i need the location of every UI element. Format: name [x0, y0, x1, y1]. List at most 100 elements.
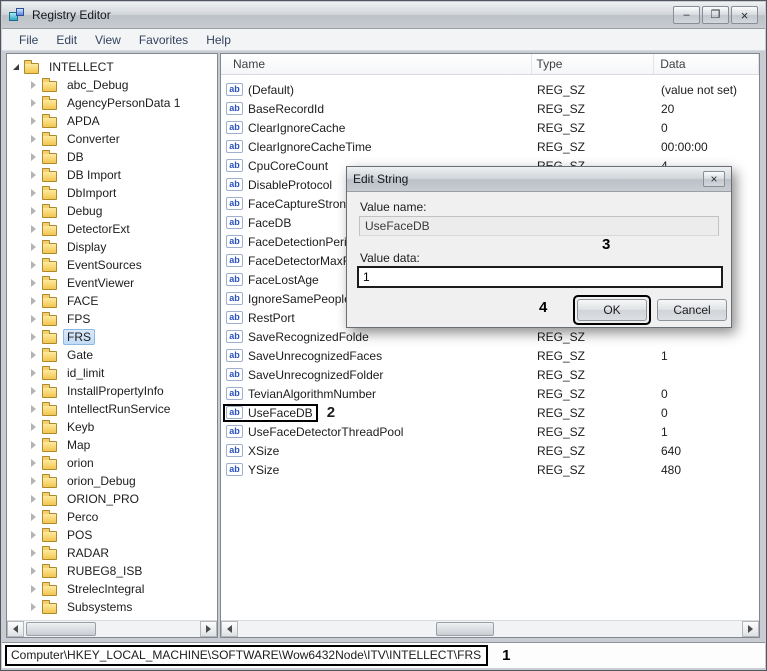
tree-item[interactable]: orion [31, 454, 217, 472]
tree-item[interactable]: IntellectRunService [31, 400, 217, 418]
scroll-right-button[interactable] [200, 621, 217, 637]
tree-item[interactable]: orion_Debug [31, 472, 217, 490]
value-row[interactable]: ab ClearIgnoreCacheTime REG_SZ 00:00:00 [221, 137, 759, 156]
ok-button[interactable]: OK [577, 299, 647, 321]
tree-item[interactable]: StrelecIntegral [31, 580, 217, 598]
collapsed-arrow-icon[interactable] [31, 189, 36, 197]
tree-item[interactable]: FRS [31, 328, 217, 346]
tree-item[interactable]: Converter [31, 130, 217, 148]
collapsed-arrow-icon[interactable] [31, 81, 36, 89]
collapsed-arrow-icon[interactable] [31, 531, 36, 539]
value-name-box[interactable]: ab SaveUnrecognizedFaces [223, 347, 387, 365]
value-name-box[interactable]: ab ClearIgnoreCacheTime [223, 138, 377, 156]
title-bar[interactable]: Registry Editor – ❐ × [2, 2, 765, 29]
scroll-right-button[interactable] [742, 621, 759, 637]
close-button[interactable]: × [731, 6, 758, 24]
collapsed-arrow-icon[interactable] [31, 297, 36, 305]
collapsed-arrow-icon[interactable] [31, 387, 36, 395]
collapsed-arrow-icon[interactable] [31, 441, 36, 449]
value-name-box[interactable]: ab ClearIgnoreCache [223, 119, 350, 137]
value-name-box[interactable]: ab XSize [223, 442, 284, 460]
tree-item[interactable]: APDA [31, 112, 217, 130]
menu-item[interactable]: Favorites [130, 31, 197, 49]
tree-item[interactable]: RADAR [31, 544, 217, 562]
tree-item[interactable]: FACE [31, 292, 217, 310]
collapsed-arrow-icon[interactable] [31, 171, 36, 179]
tree-item[interactable]: DB [31, 148, 217, 166]
value-row[interactable]: ab UseFaceDB 2 REG_SZ 0 [221, 403, 759, 422]
tree-item[interactable]: RUBEG8_ISB [31, 562, 217, 580]
tree-item[interactable]: DB Import [31, 166, 217, 184]
collapsed-arrow-icon[interactable] [31, 351, 36, 359]
maximize-button[interactable]: ❐ [702, 6, 729, 24]
collapsed-arrow-icon[interactable] [31, 333, 36, 341]
value-name-box[interactable]: ab IgnoreSamePeople [223, 290, 356, 308]
value-name-box[interactable]: ab SaveUnrecognizedFolder [223, 366, 388, 384]
collapsed-arrow-icon[interactable] [31, 477, 36, 485]
column-header-name[interactable]: Name [221, 54, 532, 74]
value-name-box[interactable]: ab SaveRecognizedFolde [223, 328, 374, 346]
collapsed-arrow-icon[interactable] [31, 207, 36, 215]
collapsed-arrow-icon[interactable] [31, 369, 36, 377]
collapsed-arrow-icon[interactable] [31, 405, 36, 413]
value-data-input[interactable] [357, 266, 723, 288]
tree-item[interactable]: AgencyPersonData 1 [31, 94, 217, 112]
value-name-box[interactable]: ab TevianAlgorithmNumber [223, 385, 381, 403]
tree-item[interactable]: DetectorExt [31, 220, 217, 238]
collapsed-arrow-icon[interactable] [31, 567, 36, 575]
value-row[interactable]: ab XSize REG_SZ 640 [221, 441, 759, 460]
scrollbar-thumb[interactable] [26, 622, 96, 636]
tree-item[interactable]: Subsystems [31, 598, 217, 616]
tree-item[interactable]: id_limit [31, 364, 217, 382]
collapsed-arrow-icon[interactable] [31, 513, 36, 521]
value-row[interactable]: ab TevianAlgorithmNumber REG_SZ 0 [221, 384, 759, 403]
scrollbar-thumb[interactable] [436, 622, 494, 636]
tree-item[interactable]: Gate [31, 346, 217, 364]
tree-item[interactable]: Perco [31, 508, 217, 526]
value-name-box[interactable]: ab UseFaceDetectorThreadPool [223, 423, 408, 441]
value-name-box[interactable]: ab DisableProtocol [223, 176, 337, 194]
cancel-button[interactable]: Cancel [657, 299, 727, 321]
value-name-box[interactable]: ab FaceDetectionPerioc [223, 233, 364, 251]
value-name-box[interactable]: ab YSize [223, 461, 284, 479]
value-row[interactable]: ab YSize REG_SZ 480 [221, 460, 759, 479]
tree-item[interactable]: EventSources [31, 256, 217, 274]
tree-item[interactable]: Debug [31, 202, 217, 220]
column-header-data[interactable]: Data [654, 54, 759, 74]
value-name-box[interactable]: ab FaceDetectorMaxFra [223, 252, 366, 270]
collapsed-arrow-icon[interactable] [31, 135, 36, 143]
tree-item[interactable]: DbImport [31, 184, 217, 202]
menu-item[interactable]: File [10, 31, 47, 49]
tree-item[interactable]: POS [31, 526, 217, 544]
tree-item[interactable]: ORION_PRO [31, 490, 217, 508]
collapsed-arrow-icon[interactable] [31, 153, 36, 161]
value-name-box[interactable]: ab RestPort [223, 309, 300, 327]
scroll-left-button[interactable] [7, 621, 24, 637]
tree-item[interactable]: FPS [31, 310, 217, 328]
collapsed-arrow-icon[interactable] [31, 603, 36, 611]
scroll-left-button[interactable] [221, 621, 238, 637]
tree-horizontal-scrollbar[interactable] [7, 620, 217, 637]
tree-item[interactable]: InstallPropertyInfo [31, 382, 217, 400]
tree-item[interactable]: Map [31, 436, 217, 454]
collapsed-arrow-icon[interactable] [31, 315, 36, 323]
value-row[interactable]: ab SaveUnrecognizedFaces REG_SZ 1 [221, 346, 759, 365]
minimize-button[interactable]: – [673, 6, 700, 24]
collapsed-arrow-icon[interactable] [31, 261, 36, 269]
value-row[interactable]: ab BaseRecordId REG_SZ 20 [221, 99, 759, 118]
menu-item[interactable]: View [86, 31, 130, 49]
value-row[interactable]: ab ClearIgnoreCache REG_SZ 0 [221, 118, 759, 137]
tree-item[interactable]: EventViewer [31, 274, 217, 292]
collapsed-arrow-icon[interactable] [31, 117, 36, 125]
tree-item[interactable]: abc_Debug [31, 76, 217, 94]
expanded-arrow-icon[interactable] [13, 64, 19, 70]
tree-item[interactable]: Keyb [31, 418, 217, 436]
menu-item[interactable]: Help [197, 31, 240, 49]
collapsed-arrow-icon[interactable] [31, 423, 36, 431]
collapsed-arrow-icon[interactable] [31, 279, 36, 287]
tree-item-intellect[interactable]: INTELLECT [13, 58, 217, 76]
value-name-box[interactable]: ab FaceDB [223, 214, 296, 232]
column-header-type[interactable]: Type [532, 54, 654, 74]
value-name-box[interactable]: ab (Default) [223, 81, 299, 99]
collapsed-arrow-icon[interactable] [31, 585, 36, 593]
